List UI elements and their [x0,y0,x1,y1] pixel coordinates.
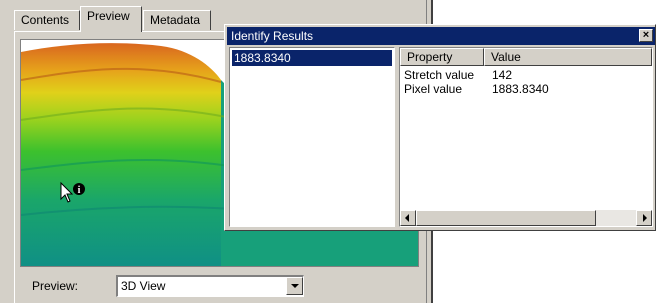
preview-mode-select[interactable]: 3D View [116,275,304,297]
preview-mode-row: Preview: 3D View [20,275,420,297]
tab-metadata[interactable]: Metadata [143,10,211,30]
preview-label: Preview: [32,279,79,293]
table-header: Property Value [400,48,652,66]
preview-mode-value: 3D View [121,279,166,293]
property-name: Pixel value [404,82,463,96]
window-titlebar[interactable]: Identify Results × [227,27,655,45]
horizontal-scrollbar[interactable] [400,210,652,226]
list-item[interactable]: 1883.8340 [232,50,392,66]
tab-contents[interactable]: Contents [14,10,80,30]
identify-cursor-icon: i [59,181,91,207]
property-name: Stretch value [404,68,475,82]
chevron-down-icon[interactable] [286,277,303,295]
property-value: 1883.8340 [492,82,549,96]
table-row: Pixel value 1883.8340 [400,82,650,96]
tab-preview[interactable]: Preview [80,6,142,32]
column-header-value[interactable]: Value [484,48,652,66]
results-list[interactable]: 1883.8340 [229,47,395,227]
column-header-property[interactable]: Property [400,48,484,66]
svg-text:i: i [78,185,81,196]
scroll-right-icon[interactable] [636,210,652,226]
properties-table: Property Value Stretch value 142 Pixel v… [399,47,653,227]
property-value: 142 [492,68,513,82]
table-row: Stretch value 142 [400,68,650,82]
scroll-left-icon[interactable] [400,210,416,226]
scroll-thumb[interactable] [416,210,596,226]
window-title: Identify Results [231,29,314,43]
close-icon[interactable]: × [639,29,653,42]
identify-results-window: Identify Results × 1883.8340 Property Va… [224,24,656,231]
